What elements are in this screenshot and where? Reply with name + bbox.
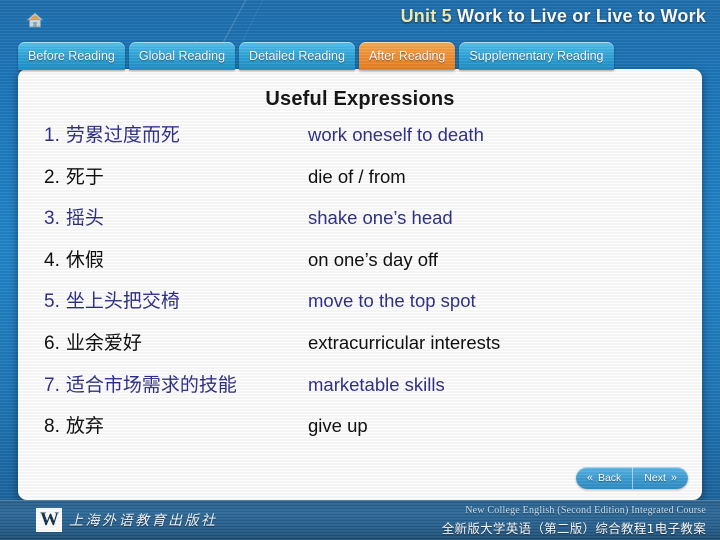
chevron-right-icon: » [670,471,677,484]
expression-english: move to the top spot [308,290,476,312]
item-number: 8. [44,416,60,438]
presentation-slide: Unit 5 Work to Live or Live to Work Befo… [0,0,720,540]
list-item: 4. 休假 on one’s day off [18,245,702,287]
expression-english: extracurricular interests [308,331,501,353]
item-number: 6. [44,332,60,354]
header-bar: Unit 5 Work to Live or Live to Work [0,0,720,40]
list-item: 3. 摇头 shake one’s head [18,203,702,245]
tab-before-reading[interactable]: Before Reading [18,42,125,70]
expression-chinese: 6. 业余爱好 [18,328,308,355]
unit-number: Unit 5 [400,6,452,26]
content-panel: Useful Expressions 1. 劳累过度而死 work onesel… [18,69,702,500]
item-number: 2. [44,166,60,188]
course-info: New College English (Second Edition) Int… [442,505,706,537]
chinese-text: 休假 [65,248,104,271]
course-title-english: New College English (Second Edition) Int… [465,505,706,516]
chinese-text: 适合市场需求的技能 [65,373,237,396]
expression-english: die of / from [308,165,406,187]
tab-label: After Reading [368,49,446,63]
chinese-text: 死于 [65,165,104,188]
home-icon[interactable] [25,12,45,28]
chinese-text: 放弃 [65,415,104,438]
tab-detailed-reading[interactable]: Detailed Reading [239,42,355,70]
chinese-text: 业余爱好 [65,331,142,354]
navigation-buttons: « Back Next » [575,467,688,489]
content-heading: Useful Expressions [265,88,455,110]
tab-after-reading[interactable]: After Reading [358,42,456,70]
tab-global-reading[interactable]: Global Reading [128,42,236,70]
tab-label: Before Reading [28,49,115,63]
list-item: 6. 业余爱好 extracurricular interests [18,328,702,370]
next-button[interactable]: Next » [633,467,688,489]
chinese-text: 劳累过度而死 [65,124,180,146]
expression-english: on one’s day off [308,248,438,270]
footer-bar: W 上海外语教育出版社 New College English (Second … [0,500,720,540]
expression-chinese: 8. 放弃 [18,411,308,438]
list-item: 5. 坐上头把交椅 move to the top spot [18,286,702,328]
unit-title-text: Work to Live or Live to Work [457,6,706,26]
tab-bar: Before Reading Global Reading Detailed R… [18,42,614,70]
list-item: 2. 死于 die of / from [18,162,702,204]
publisher-logo: W 上海外语教育出版社 [36,508,218,532]
expression-chinese: 3. 摇头 [18,203,308,230]
publisher-mark-icon: W [36,508,62,532]
item-number: 7. [44,374,60,396]
expression-chinese: 4. 休假 [18,245,308,272]
tab-label: Supplementary Reading [469,49,604,63]
chevron-left-icon: « [586,471,593,484]
expression-chinese: 5. 坐上头把交椅 [18,286,308,313]
item-number: 4. [44,249,60,271]
publisher-name: 上海外语教育出版社 [69,513,218,529]
expression-chinese: 7. 适合市场需求的技能 [18,370,308,397]
next-button-label: Next [644,472,666,484]
chinese-text: 坐上头把交椅 [65,290,180,313]
expression-chinese: 2. 死于 [18,162,308,189]
expression-english: shake one’s head [308,207,453,229]
course-title-chinese: 全新版大学英语（第二版）综合教程1电子教案 [441,521,706,536]
expressions-list: 1. 劳累过度而死 work oneself to death 2. 死于 di… [18,120,702,453]
tab-label: Global Reading [138,49,226,63]
list-item: 8. 放弃 give up [18,411,702,453]
expression-english: give up [308,415,368,437]
expression-chinese: 1. 劳累过度而死 [18,120,308,147]
tab-supplementary-reading[interactable]: Supplementary Reading [459,42,614,70]
item-number: 1. [44,125,60,146]
back-button[interactable]: « Back [576,467,632,489]
tab-label: Detailed Reading [249,49,345,63]
list-item: 1. 劳累过度而死 work oneself to death [18,120,702,162]
item-number: 3. [44,208,60,230]
list-item: 7. 适合市场需求的技能 marketable skills [18,370,702,412]
item-number: 5. [44,291,60,313]
back-button-label: Back [597,472,622,484]
chinese-text: 摇头 [65,207,104,230]
expression-english: marketable skills [308,373,445,395]
expression-english: work oneself to death [308,124,484,145]
page-title: Unit 5 Work to Live or Live to Work [401,6,706,27]
